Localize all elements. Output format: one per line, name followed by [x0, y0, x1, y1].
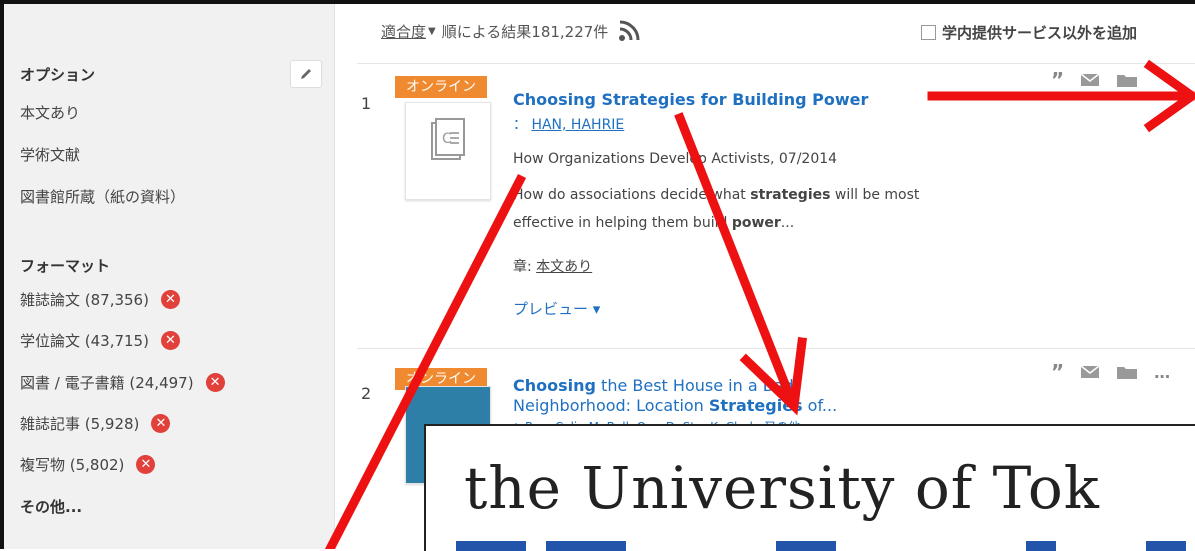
- result-title-line1[interactable]: Choosing the Best House in a Bad: [513, 376, 794, 395]
- zoom-fragment: [546, 541, 626, 551]
- format-heading: フォーマット: [20, 257, 111, 275]
- expand-results-label: 学内提供サービス以外を追加: [942, 24, 1138, 42]
- quote-icon[interactable]: ”: [1051, 360, 1064, 384]
- format-item-journal-article[interactable]: 雑誌論文 (87,356) ✕: [20, 289, 180, 310]
- snippet-text: How do associations decide what: [513, 187, 751, 203]
- title-highlight: Choosing: [513, 376, 596, 395]
- zoom-fragment: [776, 541, 836, 551]
- title-highlight: Strategies: [708, 396, 803, 415]
- quote-icon[interactable]: ”: [1051, 68, 1064, 92]
- result-title-line2[interactable]: Neighborhood: Location Strategies of...: [513, 396, 837, 415]
- preview-toggle[interactable]: プレビュー ▾: [513, 298, 600, 319]
- folder-icon[interactable]: [1116, 364, 1138, 380]
- remove-filter-icon[interactable]: ✕: [160, 331, 180, 350]
- chapter-label: 章:: [513, 259, 537, 275]
- zoom-fragment: [1026, 541, 1056, 551]
- result-title[interactable]: Choosing Strategies for Building Power: [513, 90, 868, 109]
- option-fulltext[interactable]: 本文あり: [20, 102, 80, 123]
- rss-icon[interactable]: [618, 20, 644, 42]
- divider: [357, 63, 1195, 64]
- author-link[interactable]: HAN, HAHRIE: [531, 117, 624, 133]
- pencil-icon: [301, 69, 311, 79]
- result-actions: ” …: [1051, 360, 1170, 384]
- result-snippet-line1: How do associations decide what strategi…: [513, 187, 919, 203]
- more-icon[interactable]: …: [1154, 363, 1170, 382]
- zoom-fragment: [456, 541, 526, 551]
- zoom-fragment: [1146, 541, 1186, 551]
- checkbox[interactable]: [921, 25, 936, 40]
- format-label: 図書 / 電子書籍 (24,497): [20, 374, 194, 392]
- option-scholarly[interactable]: 学術文献: [20, 144, 80, 165]
- document-icon: C: [431, 118, 465, 160]
- sort-relevance-link[interactable]: 適合度: [381, 21, 426, 42]
- format-item-reproduction[interactable]: 複写物 (5,802) ✕: [20, 454, 156, 475]
- title-text: Neighborhood: Location: [513, 396, 709, 415]
- result-number: 2: [361, 384, 372, 403]
- snippet-text: will be most: [830, 187, 920, 203]
- snippet-text: effective in helping them build: [513, 215, 732, 231]
- divider: [357, 348, 1195, 349]
- expand-results-checkbox[interactable]: 学内提供サービス以外を追加: [921, 22, 1137, 43]
- title-text: the Best House in a Bad: [595, 376, 794, 395]
- snippet-text: ...: [780, 215, 795, 231]
- title-text: of...: [802, 396, 838, 415]
- remove-filter-icon[interactable]: ✕: [136, 455, 156, 474]
- format-label: 複写物 (5,802): [20, 456, 125, 474]
- result-actions: ”: [1051, 68, 1138, 92]
- email-icon[interactable]: [1080, 365, 1100, 379]
- snippet-highlight: strategies: [750, 187, 831, 203]
- format-item-dissertation[interactable]: 学位論文 (43,715) ✕: [20, 330, 180, 351]
- remove-filter-icon[interactable]: ✕: [151, 414, 171, 433]
- email-icon[interactable]: [1080, 73, 1100, 87]
- results-count: 順による結果181,227件: [441, 22, 609, 41]
- edit-options-button[interactable]: [290, 60, 322, 88]
- result-snippet-line2: effective in helping them build power...: [513, 215, 794, 231]
- result-thumbnail[interactable]: C: [405, 102, 491, 200]
- result-author-line: ： HAN, HAHRIE: [513, 114, 624, 134]
- folder-icon[interactable]: [1116, 72, 1138, 88]
- sort-bar: 適合度 ▼ 順による結果181,227件: [381, 20, 644, 42]
- remove-filter-icon[interactable]: ✕: [160, 290, 180, 309]
- author-prefix: ：: [513, 117, 527, 133]
- online-badge: オンライン: [395, 76, 487, 98]
- option-library-holdings[interactable]: 図書館所蔵（紙の資料）: [20, 186, 185, 207]
- snippet-highlight: power: [731, 215, 781, 231]
- format-item-magazine[interactable]: 雑誌記事 (5,928) ✕: [20, 413, 171, 434]
- result-source: How Organizations Develop Activists, 07/…: [513, 151, 838, 167]
- result-chapter: 章: 本文あり: [513, 256, 592, 276]
- format-label: 学位論文 (43,715): [20, 332, 149, 350]
- remove-filter-icon[interactable]: ✕: [205, 373, 225, 392]
- format-label: 雑誌記事 (5,928): [20, 415, 140, 433]
- zoom-text: the University of Tok: [464, 454, 1100, 522]
- result-number: 1: [361, 94, 372, 113]
- options-heading: オプション: [20, 66, 96, 84]
- format-label: 雑誌論文 (87,356): [20, 291, 149, 309]
- caret-down-icon[interactable]: ▼: [428, 26, 436, 37]
- zoom-overlay: the University of Tok: [424, 424, 1195, 551]
- format-item-books[interactable]: 図書 / 電子書籍 (24,497) ✕: [20, 372, 225, 393]
- chapter-fulltext-link[interactable]: 本文あり: [536, 259, 592, 275]
- more-formats-link[interactable]: その他...: [20, 496, 82, 517]
- facet-sidebar: オプション 本文あり 学術文献 図書館所蔵（紙の資料） フォーマット 雑誌論文 …: [4, 4, 335, 549]
